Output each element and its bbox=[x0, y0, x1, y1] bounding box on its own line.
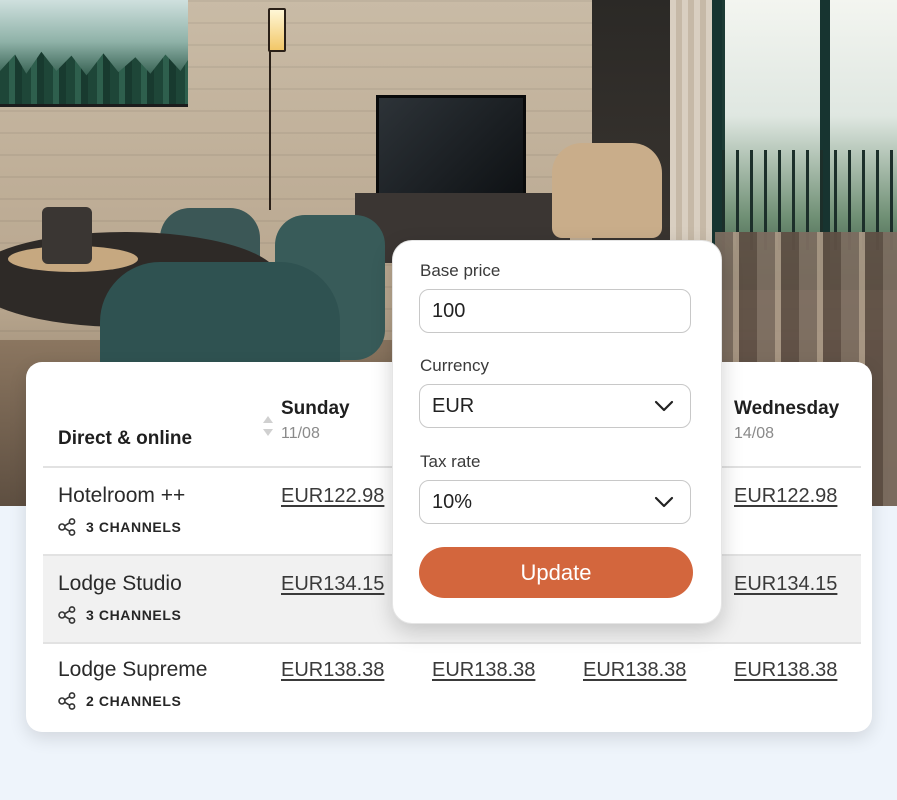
wall-lamp bbox=[268, 8, 286, 52]
channels-count: 3 CHANNELS bbox=[86, 607, 182, 623]
channels-count: 2 CHANNELS bbox=[86, 693, 182, 709]
day-column-sunday: Sunday 11/08 bbox=[281, 398, 350, 443]
price-link[interactable]: EUR122.98 bbox=[734, 485, 837, 508]
channels-badge[interactable]: 2 CHANNELS bbox=[58, 692, 181, 710]
day-date: 14/08 bbox=[734, 425, 775, 442]
price-link[interactable]: EUR138.38 bbox=[583, 659, 686, 682]
day-name: Wednesday bbox=[734, 398, 840, 419]
price-link[interactable]: EUR138.38 bbox=[432, 659, 535, 682]
day-name: Sunday bbox=[281, 398, 350, 419]
forest-painting bbox=[0, 0, 188, 107]
tax-rate-value: 10% bbox=[432, 490, 473, 513]
price-link[interactable]: EUR122.98 bbox=[281, 485, 384, 508]
tax-rate-label: Tax rate bbox=[420, 452, 481, 471]
channels-badge[interactable]: 3 CHANNELS bbox=[58, 518, 181, 536]
room-name: Lodge Studio bbox=[58, 572, 182, 595]
price-editor-popup: Base price Currency EUR Tax rate 10% Upd… bbox=[392, 240, 722, 624]
share-icon bbox=[58, 692, 76, 710]
day-date: 11/08 bbox=[281, 425, 320, 442]
share-icon bbox=[58, 606, 76, 624]
room-name: Hotelroom ++ bbox=[58, 484, 186, 507]
price-link[interactable]: EUR134.15 bbox=[281, 573, 384, 596]
table-row: Lodge Supreme 2 CHANNELS EUR138.38 EUR13… bbox=[43, 644, 861, 730]
armchair bbox=[552, 143, 662, 238]
room-name: Lodge Supreme bbox=[58, 658, 208, 681]
update-button[interactable]: Update bbox=[419, 547, 693, 598]
chevron-down-icon bbox=[654, 496, 674, 508]
chevron-down-icon bbox=[654, 400, 674, 412]
base-price-input[interactable] bbox=[432, 299, 678, 323]
price-link[interactable]: EUR134.15 bbox=[734, 573, 837, 596]
currency-value: EUR bbox=[432, 394, 475, 417]
table-header-title: Direct & online bbox=[58, 428, 193, 449]
base-price-field[interactable] bbox=[419, 289, 691, 333]
currency-label: Currency bbox=[420, 356, 489, 375]
sort-icon[interactable] bbox=[261, 414, 275, 438]
channels-badge[interactable]: 3 CHANNELS bbox=[58, 606, 181, 624]
currency-select[interactable]: EUR bbox=[419, 384, 691, 428]
tv-screen bbox=[376, 95, 526, 199]
price-link[interactable]: EUR138.38 bbox=[734, 659, 837, 682]
tax-rate-select[interactable]: 10% bbox=[419, 480, 691, 524]
day-column-wednesday: Wednesday 14/08 bbox=[734, 398, 839, 443]
price-link[interactable]: EUR138.38 bbox=[281, 659, 384, 682]
channels-count: 3 CHANNELS bbox=[86, 519, 182, 535]
base-price-label: Base price bbox=[420, 261, 501, 280]
share-icon bbox=[58, 518, 76, 536]
